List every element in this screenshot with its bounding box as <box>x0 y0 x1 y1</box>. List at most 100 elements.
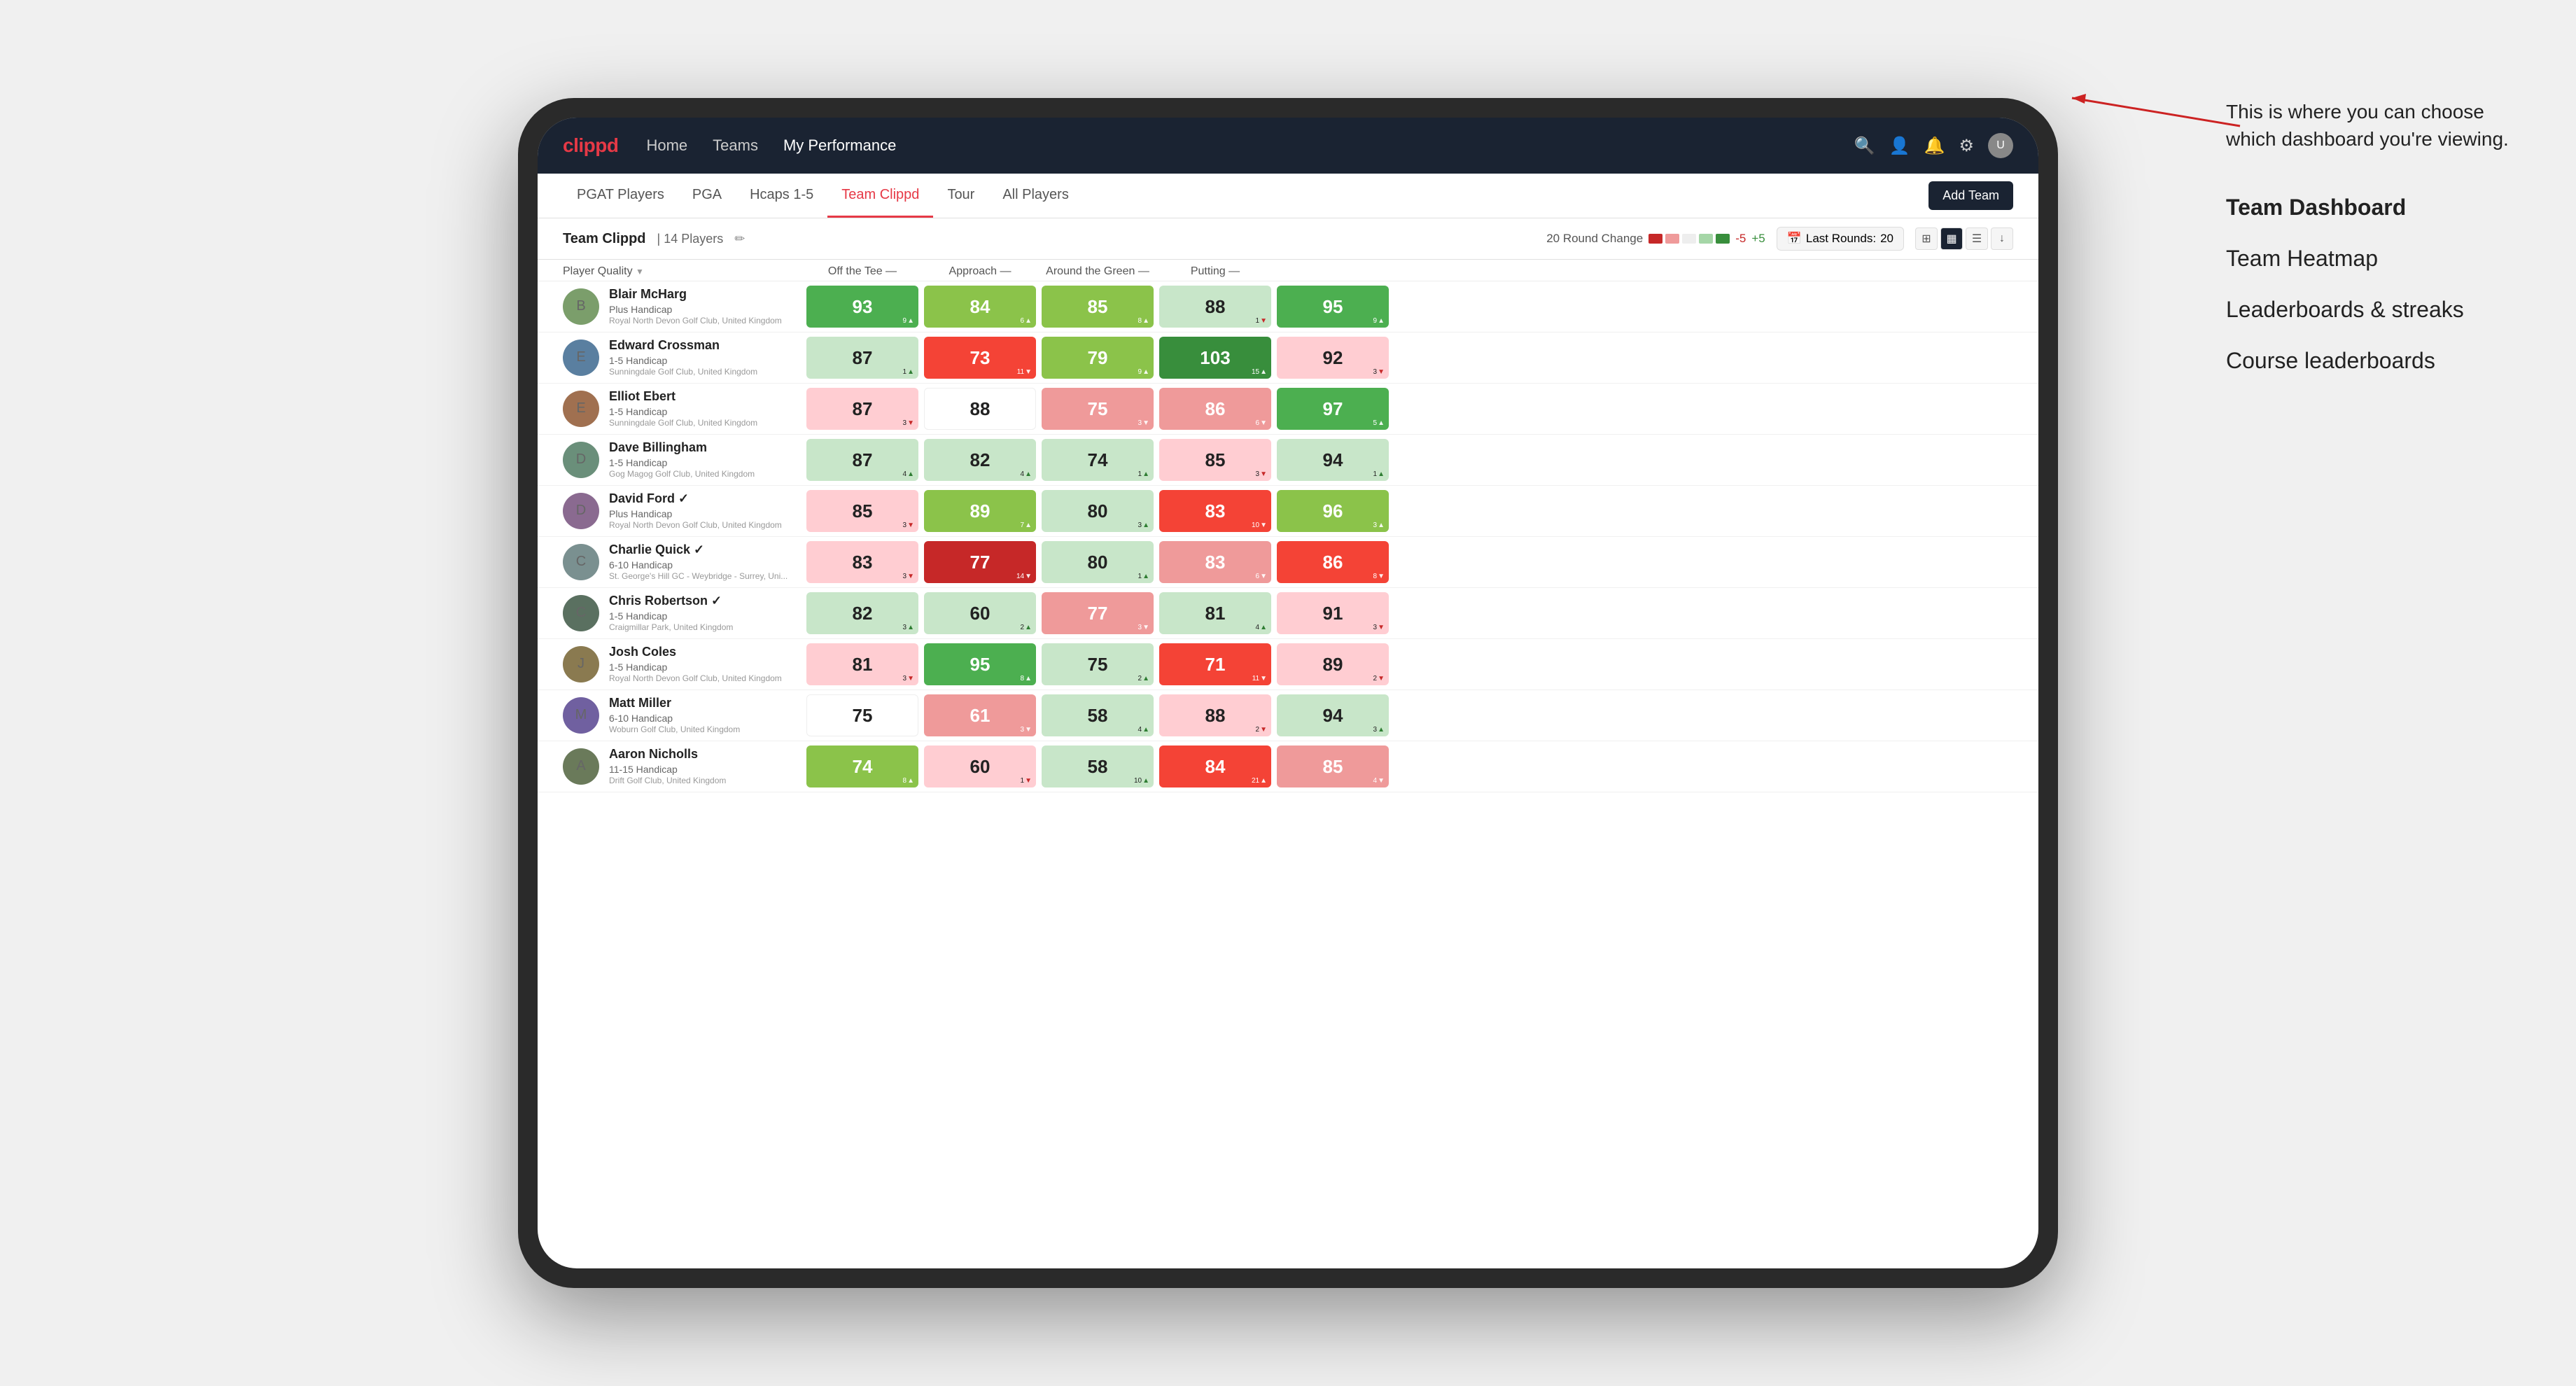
score-value: 60 <box>970 756 990 778</box>
bar-pos-light <box>1699 234 1713 244</box>
tab-tour[interactable]: Tour <box>933 174 988 218</box>
tab-hcaps[interactable]: Hcaps 1-5 <box>736 174 827 218</box>
player-info: EElliot Ebert1-5 HandicapSunningdale Gol… <box>563 388 801 428</box>
score-change: 4▲ <box>1021 470 1032 478</box>
score-value: 94 <box>1323 705 1343 727</box>
grid-view-button[interactable]: ⊞ <box>1915 227 1938 250</box>
add-team-button[interactable]: Add Team <box>1928 181 2013 210</box>
table-row[interactable]: MMatt Miller6-10 HandicapWoburn Golf Clu… <box>538 690 2038 741</box>
col-off-tee[interactable]: Off the Tee — <box>806 265 918 278</box>
player-name: Edward Crossman <box>609 337 757 354</box>
score-value: 75 <box>1088 398 1108 420</box>
score-value: 87 <box>853 347 873 369</box>
avatar: B <box>563 288 599 325</box>
player-name: Elliot Ebert <box>609 388 757 405</box>
player-handicap: Plus Handicap <box>609 507 782 520</box>
round-change-label: 20 Round Change <box>1546 232 1643 246</box>
option-team-dashboard[interactable]: Team Dashboard <box>2226 195 2520 220</box>
list-view-button[interactable]: ☰ <box>1966 227 1988 250</box>
avatar: E <box>563 391 599 427</box>
player-info: CCharlie Quick ✓6-10 HandicapSt. George'… <box>563 542 801 582</box>
tab-team-clippd[interactable]: Team Clippd <box>827 174 933 218</box>
score-change: 6▼ <box>1256 419 1267 427</box>
score-value: 95 <box>1323 296 1343 318</box>
score-value: 88 <box>970 398 990 420</box>
score-change: 1▼ <box>1021 777 1032 785</box>
heatmap-bar <box>1648 234 1730 244</box>
table-row[interactable]: DDavid Ford ✓Plus HandicapRoyal North De… <box>538 486 2038 537</box>
col-approach[interactable]: Approach — <box>924 265 1036 278</box>
score-change: 3▼ <box>903 573 914 580</box>
score-change: 2▲ <box>1138 675 1149 682</box>
tab-pgat-players[interactable]: PGAT Players <box>563 174 678 218</box>
nav-bar: clippd Home Teams My Performance 🔍 👤 🔔 ⚙… <box>538 118 2038 174</box>
table-row[interactable]: CCharlie Quick ✓6-10 HandicapSt. George'… <box>538 537 2038 588</box>
score-cell: 84 6▲ <box>924 286 1036 328</box>
score-value: 77 <box>970 552 990 573</box>
table-row[interactable]: CChris Robertson ✓1-5 HandicapCraigmilla… <box>538 588 2038 639</box>
score-cell: 963▲ <box>1277 490 1389 532</box>
player-club: Royal North Devon Golf Club, United King… <box>609 316 782 327</box>
score-value: 97 <box>1323 398 1343 420</box>
edit-icon[interactable]: ✏ <box>734 232 745 246</box>
avatar: M <box>563 697 599 734</box>
score-cell: 7311▼ <box>924 337 1036 379</box>
score-value: 94 <box>1323 449 1343 471</box>
score-value: 89 <box>970 500 990 522</box>
last-rounds-button[interactable]: 📅 Last Rounds: 20 <box>1777 227 1904 251</box>
nav-my-performance[interactable]: My Performance <box>783 136 896 155</box>
col-putting[interactable]: Putting — <box>1159 265 1271 278</box>
download-button[interactable]: ↓ <box>1991 227 2013 250</box>
player-handicap: 1-5 Handicap <box>609 354 757 367</box>
score-change: 6▲ <box>1021 317 1032 325</box>
nav-home[interactable]: Home <box>646 136 687 155</box>
option-team-heatmap[interactable]: Team Heatmap <box>2226 246 2520 272</box>
table-row[interactable]: EEdward Crossman1-5 HandicapSunningdale … <box>538 332 2038 384</box>
score-cell: 602▲ <box>924 592 1036 634</box>
app-logo[interactable]: clippd <box>563 134 618 157</box>
score-cell: 88 <box>924 388 1036 430</box>
player-text: Blair McHargPlus HandicapRoyal North Dev… <box>609 286 782 326</box>
score-change: 21▲ <box>1252 777 1267 785</box>
score-change: 8▲ <box>903 777 914 785</box>
bell-icon[interactable]: 🔔 <box>1924 136 1945 156</box>
col-around-green[interactable]: Around the Green — <box>1042 265 1154 278</box>
score-cell: 814▲ <box>1159 592 1271 634</box>
search-icon[interactable]: 🔍 <box>1854 136 1875 156</box>
tab-pga[interactable]: PGA <box>678 174 736 218</box>
option-course-leaderboards[interactable]: Course leaderboards <box>2226 348 2520 374</box>
table-row[interactable]: AAaron Nicholls11-15 HandicapDrift Golf … <box>538 741 2038 792</box>
score-cell: 752▲ <box>1042 643 1154 685</box>
option-leaderboards[interactable]: Leaderboards & streaks <box>2226 297 2520 323</box>
score-value: 85 <box>853 500 873 522</box>
change-minus: -5 <box>1735 232 1746 246</box>
score-value: 84 <box>970 296 990 318</box>
avatar[interactable]: U <box>1988 133 2013 158</box>
user-icon[interactable]: 👤 <box>1889 136 1910 156</box>
last-rounds-value: 20 <box>1880 232 1893 246</box>
table-row[interactable]: JJosh Coles1-5 HandicapRoyal North Devon… <box>538 639 2038 690</box>
player-handicap: 11-15 Handicap <box>609 763 726 776</box>
score-value: 89 <box>1323 654 1343 676</box>
score-change: 2▲ <box>1021 624 1032 631</box>
score-cell: 5810▲ <box>1042 746 1154 788</box>
settings-icon[interactable]: ⚙ <box>1959 136 1974 156</box>
table-row[interactable]: DDave Billingham1-5 HandicapGog Magog Go… <box>538 435 2038 486</box>
col-player-quality[interactable]: Player Quality ▼ <box>563 265 801 278</box>
score-change: 3▲ <box>1373 522 1385 529</box>
table-row[interactable]: EElliot Ebert1-5 HandicapSunningdale Gol… <box>538 384 2038 435</box>
score-cell: 824▲ <box>924 439 1036 481</box>
nav-teams[interactable]: Teams <box>713 136 758 155</box>
player-club: St. George's Hill GC - Weybridge - Surre… <box>609 571 788 582</box>
score-value: 74 <box>853 756 873 778</box>
score-cell: 741▲ <box>1042 439 1154 481</box>
score-change: 3▼ <box>903 419 914 427</box>
table-row[interactable]: B Blair McHargPlus HandicapRoyal North De… <box>538 281 2038 332</box>
score-change: 9▲ <box>1138 368 1149 376</box>
heatmap-view-button[interactable]: ▦ <box>1940 227 1963 250</box>
score-change: 1▲ <box>1373 470 1385 478</box>
tab-all-players[interactable]: All Players <box>988 174 1082 218</box>
score-value: 81 <box>853 654 873 676</box>
score-cell: 873▼ <box>806 388 918 430</box>
score-change: 10▲ <box>1134 777 1149 785</box>
